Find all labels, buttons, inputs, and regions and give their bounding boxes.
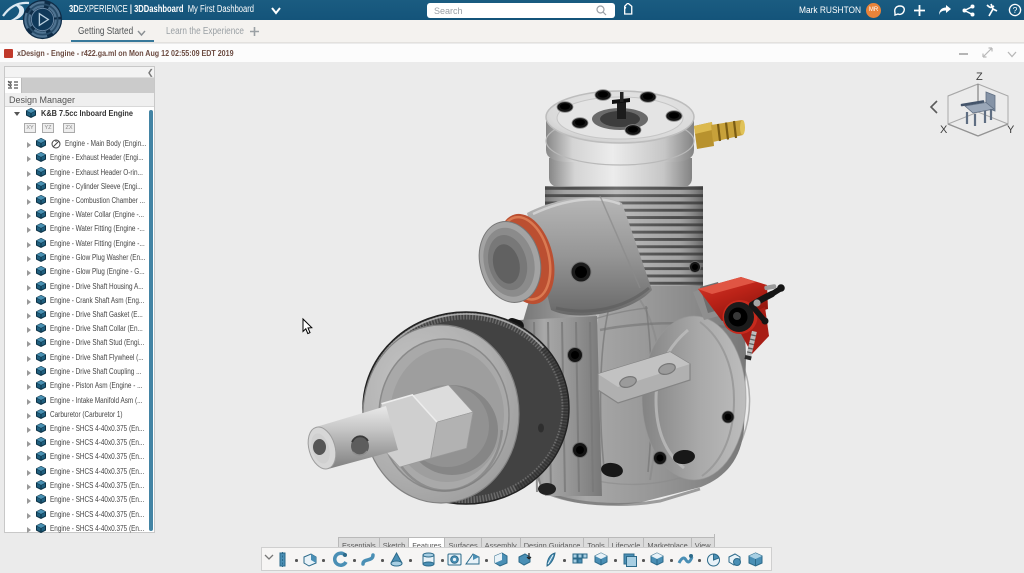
svg-text:Z: Z [976,71,983,83]
svg-text:Y: Y [1007,124,1015,136]
svg-text:X: X [940,124,948,136]
